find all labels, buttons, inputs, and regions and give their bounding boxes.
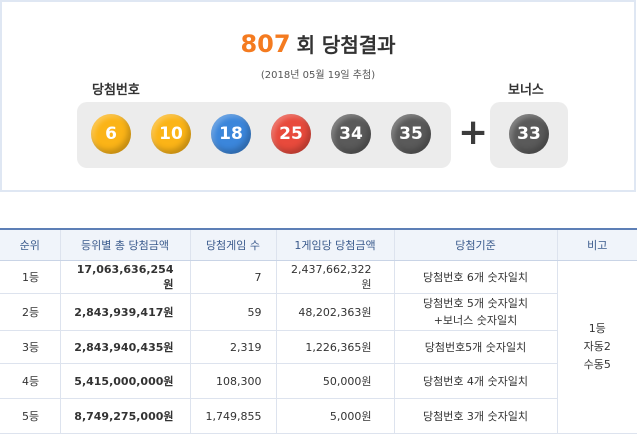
table-row: 2등 2,843,939,417원 59 48,202,363원 당첨번호 5개…	[0, 293, 637, 331]
winner-count-cell: 2,319	[189, 330, 276, 364]
plus-icon: +	[458, 112, 489, 153]
header-winner-count: 당첨게임 수	[189, 228, 276, 261]
prize-per-game-cell: 50,000원	[275, 363, 394, 399]
winning-ball-6: 35	[391, 114, 431, 154]
draw-result-panel: 807 회 당첨결과 (2018년 05월 19일 추첨) 당첨번호 보너스 6 …	[0, 0, 636, 192]
total-prize-cell: 17,063,636,254원	[59, 260, 190, 294]
rank-cell: 2등	[0, 293, 60, 331]
table-row: 5등 8,749,275,000원 1,749,855 5,000원 당첨번호 …	[0, 398, 637, 434]
table-row: 3등 2,843,940,435원 2,319 1,226,365원 당첨번호5…	[0, 330, 637, 364]
winning-ball-2: 10	[151, 114, 191, 154]
criteria-cell: 당첨번호 3개 숫자일치	[393, 398, 557, 434]
criteria-cell: 당첨번호 4개 숫자일치	[393, 363, 557, 399]
winning-ball-1: 6	[91, 114, 131, 154]
total-prize-cell: 2,843,940,435원	[59, 330, 190, 364]
table-row: 4등 5,415,000,000원 108,300 50,000원 당첨번호 4…	[0, 363, 637, 399]
criteria-line: 당첨번호5개 숫자일치	[424, 340, 527, 354]
note-line: 수동5	[583, 358, 611, 371]
header-note: 비고	[556, 228, 637, 261]
header-prize-per-game: 1게임당 당첨금액	[275, 228, 394, 261]
total-prize-cell: 5,415,000,000원	[59, 363, 190, 399]
table-row: 1등 17,063,636,254원 7 2,437,662,322원 당첨번호…	[0, 260, 637, 434]
header-criteria: 당첨기준	[393, 228, 557, 261]
prize-per-game-cell: 48,202,363원	[275, 293, 394, 331]
rank-cell: 5등	[0, 398, 60, 434]
rank-cell: 3등	[0, 330, 60, 364]
round-number: 807	[240, 30, 291, 58]
bonus-number-label: 보너스	[508, 83, 544, 98]
winner-count-cell: 7	[189, 260, 276, 294]
prize-per-game-cell: 2,437,662,322원	[275, 260, 394, 294]
header-total-prize: 등위별 총 당첨금액	[59, 228, 190, 261]
winning-numbers-label: 당첨번호	[92, 83, 140, 98]
prize-per-game-cell: 1,226,365원	[275, 330, 394, 364]
bonus-number-box: 33	[490, 102, 568, 168]
total-prize-cell: 2,843,939,417원	[59, 293, 190, 331]
criteria-line: 당첨번호 5개 숫자일치	[422, 297, 529, 310]
winner-count-cell: 108,300	[189, 363, 276, 399]
header-rank: 순위	[0, 228, 60, 261]
criteria-line: 당첨번호 3개 숫자일치	[422, 409, 529, 423]
bonus-ball: 33	[509, 114, 549, 154]
winning-ball-5: 34	[331, 114, 371, 154]
rank-cell: 1등	[0, 260, 60, 294]
title-suffix: 회 당첨결과	[296, 33, 396, 57]
total-prize-cell: 8,749,275,000원	[59, 398, 190, 434]
winning-numbers-box: 6 10 18 25 34 35	[77, 102, 451, 168]
criteria-cell: 당첨번호 6개 숫자일치	[393, 260, 557, 294]
prize-per-game-cell: 5,000원	[275, 398, 394, 434]
note-cell: 1등 자동2 수동5	[556, 260, 637, 434]
note-line: 1등	[588, 322, 606, 335]
rank-cell: 4등	[0, 363, 60, 399]
draw-title: 807 회 당첨결과	[2, 29, 634, 58]
prize-table: 순위 등위별 총 당첨금액 당첨게임 수 1게임당 당첨금액 당첨기준 비고 1…	[0, 228, 637, 434]
winning-ball-4: 25	[271, 114, 311, 154]
criteria-line: 당첨번호 4개 숫자일치	[422, 374, 529, 388]
winner-count-cell: 59	[189, 293, 276, 331]
criteria-line: +보너스 숫자일치	[433, 314, 518, 327]
winner-count-cell: 1,749,855	[189, 398, 276, 434]
winning-ball-3: 18	[211, 114, 251, 154]
criteria-cell: 당첨번호 5개 숫자일치 +보너스 숫자일치	[393, 293, 557, 331]
criteria-line: 당첨번호 6개 숫자일치	[422, 270, 529, 284]
table-header-row: 순위 등위별 총 당첨금액 당첨게임 수 1게임당 당첨금액 당첨기준 비고	[0, 228, 637, 261]
note-line: 자동2	[583, 340, 611, 353]
criteria-cell: 당첨번호5개 숫자일치	[393, 330, 557, 364]
